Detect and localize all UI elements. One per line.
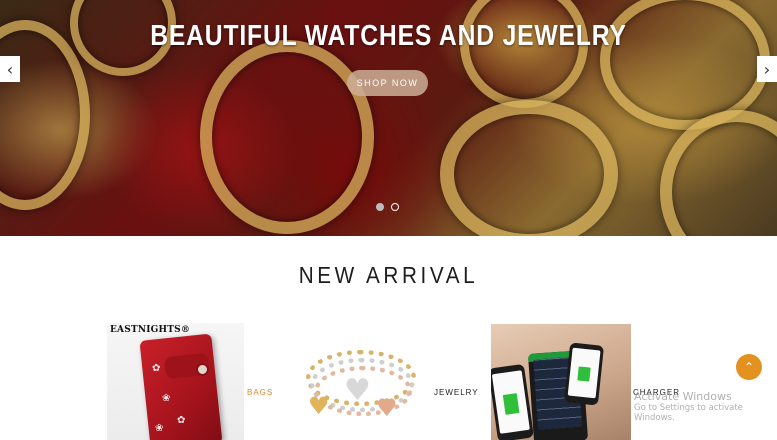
carousel-next-button[interactable]: › bbox=[757, 56, 777, 82]
flower-pattern: ✿ bbox=[152, 363, 161, 374]
section-title: NEW ARRIVAL bbox=[298, 262, 479, 288]
battery-indicator bbox=[502, 393, 520, 415]
wallet-clasp bbox=[196, 363, 209, 376]
chevron-left-icon: ‹ bbox=[6, 59, 14, 79]
chevron-up-icon: ⌃ bbox=[743, 360, 755, 374]
heart-charm: ♥ bbox=[376, 394, 398, 422]
ring-decoration bbox=[440, 100, 618, 236]
carousel-prev-button[interactable]: ‹ bbox=[0, 56, 20, 82]
flower-pattern: ❀ bbox=[162, 393, 171, 404]
activate-windows-watermark: Activate Windows Go to Settings to activ… bbox=[634, 390, 777, 424]
brand-logo: EASTNIGHTS® bbox=[110, 325, 191, 335]
phone-screen bbox=[567, 347, 601, 399]
hero-banner: BEAUTIFUL WATCHES AND JEWELRY SHOP NOW ‹… bbox=[0, 0, 777, 236]
jewelry-image[interactable]: ♥ ♥ ♥ bbox=[300, 342, 424, 440]
hero-title: BEAUTIFUL WATCHES AND JEWELRY bbox=[150, 20, 627, 52]
heart-charm: ♥ bbox=[344, 373, 371, 408]
scroll-top-button[interactable]: ⌃ bbox=[736, 354, 762, 380]
shop-now-button[interactable]: SHOP NOW bbox=[347, 70, 428, 96]
battery-indicator bbox=[577, 366, 591, 382]
ring-decoration bbox=[200, 40, 374, 234]
phone-left bbox=[491, 363, 534, 440]
phone-screen bbox=[491, 370, 530, 434]
flower-pattern: ❀ bbox=[155, 423, 164, 434]
ring-decoration bbox=[460, 0, 588, 108]
charger-image[interactable] bbox=[491, 324, 631, 440]
flower-pattern: ✿ bbox=[177, 415, 186, 426]
category-jewelry-link[interactable]: JEWELRY bbox=[434, 388, 479, 397]
category-bags-link[interactable]: BAGS bbox=[247, 388, 273, 397]
chevron-right-icon: › bbox=[763, 59, 771, 79]
phone-right bbox=[563, 342, 605, 406]
heart-charm: ♥ bbox=[308, 392, 330, 420]
carousel-dot-1[interactable] bbox=[376, 203, 384, 211]
watermark-subtitle: Go to Settings to activate Windows. bbox=[634, 403, 743, 424]
watermark-title: Activate Windows bbox=[634, 390, 732, 403]
carousel-dot-2[interactable] bbox=[391, 203, 399, 211]
bags-image[interactable]: EASTNIGHTS® ✿ ❀ ✿ ❀ bbox=[107, 323, 244, 440]
